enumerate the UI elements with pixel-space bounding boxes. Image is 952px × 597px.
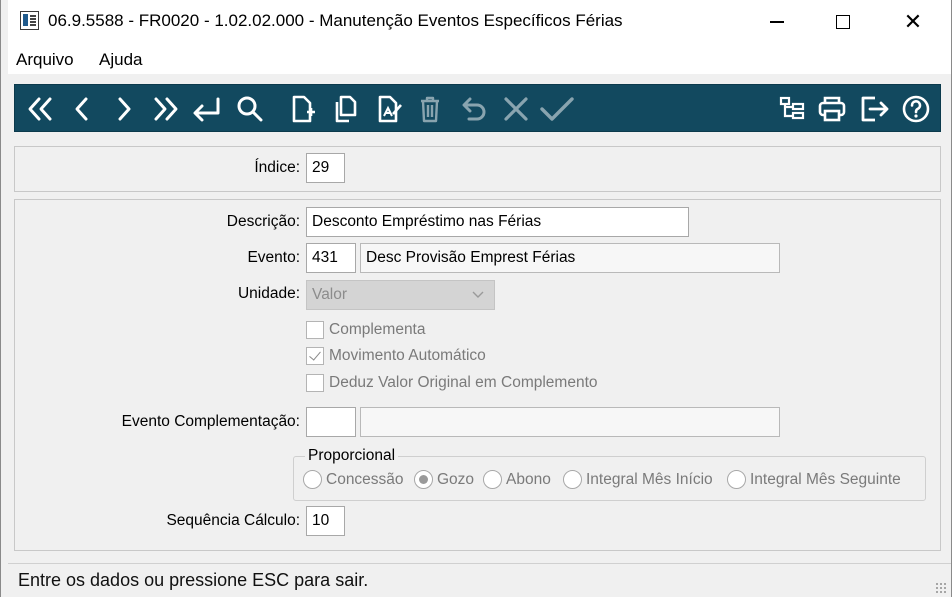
deduz-valor-box — [306, 374, 324, 392]
sequencia-calculo-label: Sequência Cálculo: — [166, 512, 300, 529]
resize-grip-icon[interactable] — [935, 582, 947, 594]
search-button[interactable] — [233, 92, 267, 126]
help-icon — [902, 95, 930, 123]
key-panel — [14, 146, 941, 192]
evento-description-field: Desc Provisão Emprest Férias — [360, 243, 780, 273]
menu-arquivo[interactable]: Arquivo — [16, 50, 74, 70]
minimize-button[interactable] — [754, 8, 800, 36]
app-window: 06.9.5588 - FR0020 - 1.02.02.000 - Manut… — [0, 0, 952, 597]
movimento-automatico-box — [306, 347, 324, 365]
descricao-field[interactable]: Desconto Empréstimo nas Férias — [306, 207, 689, 237]
maximize-icon — [836, 15, 850, 29]
next-record-icon — [118, 97, 131, 121]
radio-abono[interactable]: Abono — [483, 470, 551, 489]
chevron-down-icon — [471, 286, 485, 314]
indice-field[interactable]: 29 — [306, 153, 345, 183]
radio-gozo[interactable]: Gozo — [414, 470, 474, 489]
cancel-button[interactable] — [499, 92, 533, 126]
menu-ajuda[interactable]: Ajuda — [99, 50, 142, 70]
radio-gozo-dot — [414, 470, 433, 489]
help-button[interactable] — [899, 92, 933, 126]
close-icon: ✕ — [903, 9, 923, 34]
evento-complementacao-description-field — [360, 407, 780, 437]
deduz-valor-checkbox[interactable]: Deduz Valor Original em Complemento — [306, 374, 598, 392]
radio-concessao-dot — [303, 470, 322, 489]
radio-integral-mes-seguinte-label: Integral Mês Seguinte — [750, 470, 901, 488]
sequencia-calculo-field[interactable]: 10 — [306, 506, 345, 536]
new-document-icon — [292, 95, 315, 123]
status-text: Entre os dados ou pressione ESC para sai… — [18, 570, 369, 590]
menu-bar: Arquivo Ajuda — [8, 44, 951, 74]
radio-gozo-label: Gozo — [437, 470, 475, 488]
tree-icon — [779, 96, 805, 120]
radio-abono-dot — [483, 470, 502, 489]
unidade-label: Unidade: — [237, 285, 300, 302]
proporcional-title: Proporcional — [305, 447, 399, 465]
radio-integral-mes-seguinte[interactable]: Integral Mês Seguinte — [727, 470, 901, 489]
delete-icon — [421, 96, 439, 123]
delete-button[interactable] — [415, 92, 445, 126]
evento-label: Evento: — [247, 249, 300, 266]
radio-abono-label: Abono — [506, 470, 551, 488]
last-record-icon — [154, 97, 178, 121]
undo-icon — [462, 97, 486, 121]
window-title: 06.9.5588 - FR0020 - 1.02.02.000 - Manut… — [48, 11, 623, 30]
last-record-button[interactable] — [147, 92, 183, 126]
status-bar: Entre os dados ou pressione ESC para sai… — [8, 563, 951, 597]
title-bar[interactable]: 06.9.5588 - FR0020 - 1.02.02.000 - Manut… — [8, 0, 951, 44]
print-button[interactable] — [815, 92, 849, 126]
complementa-checkbox[interactable]: Complementa — [306, 321, 426, 339]
unidade-select[interactable]: Valor — [306, 280, 495, 310]
copy-record-button[interactable] — [329, 92, 363, 126]
tree-button[interactable] — [775, 92, 809, 126]
radio-concessao[interactable]: Concessão — [303, 470, 404, 489]
confirm-button[interactable] — [537, 92, 577, 126]
search-icon — [237, 96, 263, 122]
undo-button[interactable] — [457, 92, 491, 126]
app-icon — [20, 11, 39, 30]
enter-button[interactable] — [189, 92, 225, 126]
radio-integral-mes-inicio-label: Integral Mês Início — [586, 470, 713, 488]
new-record-button[interactable] — [287, 92, 319, 126]
confirm-icon — [540, 97, 574, 121]
evento-code-field[interactable]: 431 — [306, 243, 356, 273]
radio-integral-mes-inicio[interactable]: Integral Mês Início — [563, 470, 713, 489]
movimento-automatico-label: Movimento Automático — [329, 347, 486, 364]
indice-label: Índice: — [254, 159, 300, 176]
copy-document-icon — [335, 95, 357, 123]
edit-record-button[interactable] — [373, 92, 405, 126]
cancel-icon — [504, 97, 528, 121]
deduz-valor-label: Deduz Valor Original em Complemento — [329, 374, 598, 391]
radio-integral-mes-seguinte-dot — [727, 470, 746, 489]
descricao-label: Descrição: — [226, 213, 300, 230]
first-record-icon — [28, 97, 52, 121]
next-record-button[interactable] — [109, 92, 139, 126]
first-record-button[interactable] — [23, 92, 59, 126]
complementa-label: Complementa — [329, 321, 426, 338]
evento-complementacao-code-field[interactable] — [306, 407, 356, 437]
previous-record-button[interactable] — [67, 92, 97, 126]
previous-record-icon — [75, 97, 88, 121]
minimize-icon — [770, 21, 784, 23]
evento-complementacao-label: Evento Complementação: — [121, 413, 300, 430]
maximize-button[interactable] — [820, 8, 866, 36]
print-icon — [818, 96, 846, 122]
complementa-box — [306, 321, 324, 339]
radio-integral-mes-inicio-dot — [563, 470, 582, 489]
unidade-value: Valor — [312, 286, 348, 303]
exit-icon — [861, 96, 889, 122]
movimento-automatico-checkbox[interactable]: Movimento Automático — [306, 347, 486, 365]
exit-button[interactable] — [857, 92, 893, 126]
toolbar — [14, 84, 941, 132]
edit-document-icon — [378, 95, 402, 123]
radio-concessao-label: Concessão — [326, 470, 404, 488]
close-button[interactable]: ✕ — [890, 8, 936, 36]
enter-icon — [193, 97, 220, 122]
